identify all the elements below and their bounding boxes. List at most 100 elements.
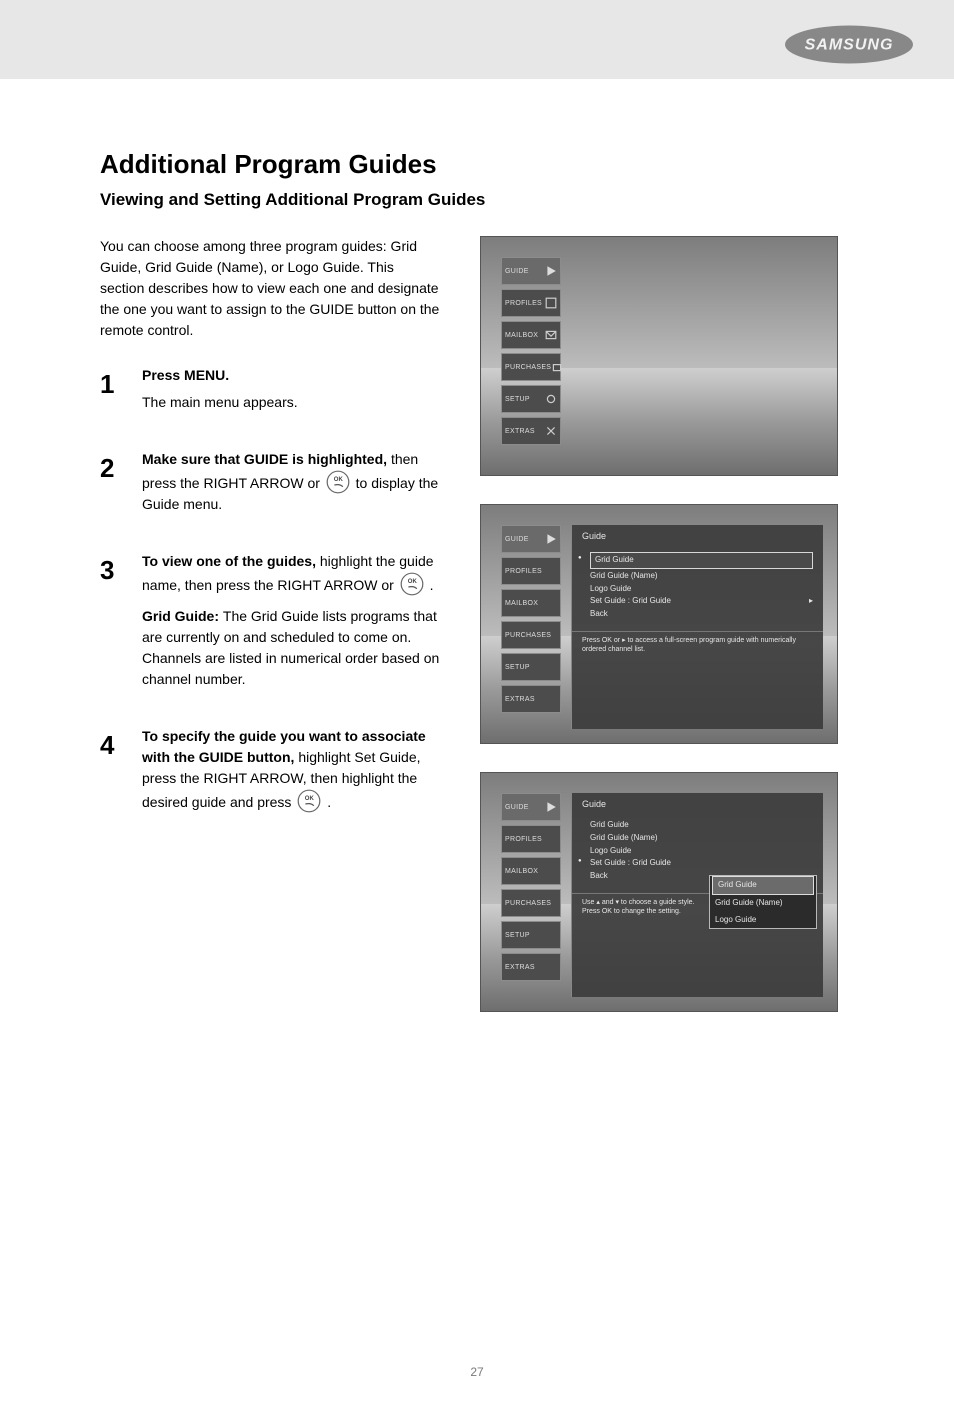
ok-button-icon: OK [400,572,424,596]
menu-item-purchases[interactable]: PURCHASES [501,353,561,381]
guide-item-label: Logo Guide [590,846,631,855]
menu-label: GUIDE [505,536,529,543]
step-3-first: To view one of the guides, [142,553,316,569]
main-menu: GUIDE PROFILES MAILBOX PURCHASES SETUP E… [501,257,561,445]
menu-item-setup[interactable]: SETUP [501,653,561,681]
guide-item-label: Set Guide : Grid Guide [590,596,671,605]
menu-label: EXTRAS [505,696,535,703]
svg-text:OK: OK [408,579,418,585]
submenu-label: Logo Guide [715,915,756,924]
menu-label: MAILBOX [505,332,538,339]
guide-item-label: Grid Guide [595,555,634,564]
menu-label: PROFILES [505,836,542,843]
submenu-grid-name[interactable]: Grid Guide (Name) [710,895,816,912]
menu-label: EXTRAS [505,964,535,971]
step-number: 4 [100,726,124,813]
menu-item-guide[interactable]: GUIDE [501,257,561,285]
submenu-grid[interactable]: Grid Guide [712,876,814,895]
step-3-option: Grid Guide: The Grid Guide lists program… [142,606,440,690]
panel-title: Guide [572,793,823,815]
ok-button-icon: OK [297,789,321,813]
step-number: 1 [100,365,124,413]
menu-item-purchases[interactable]: PURCHASES [501,889,561,917]
menu-item-extras[interactable]: EXTRAS [501,953,561,981]
set-guide-submenu: Grid Guide Grid Guide (Name) Logo Guide [709,875,817,929]
screenshot-main-menu: GUIDE PROFILES MAILBOX PURCHASES SETUP E… [480,236,838,476]
guide-item-grid[interactable]: Grid Guide [590,552,813,569]
submenu-label: Grid Guide [718,880,757,889]
samsung-logo: SAMSUNG [784,22,914,67]
chevron-right-icon: ▸ [809,595,813,608]
profiles-icon [545,833,557,845]
menu-item-guide[interactable]: GUIDE [501,793,561,821]
menu-item-extras[interactable]: EXTRAS [501,417,561,445]
gear-icon [545,393,557,405]
guide-item-grid-name[interactable]: Grid Guide (Name) [590,570,813,583]
hint-text: Press OK or ▸ to access a full-screen pr… [572,631,823,658]
menu-label: SETUP [505,396,530,403]
guide-item-set[interactable]: Set Guide : Grid Guide [590,857,813,870]
intro-text: You can choose among three program guide… [100,236,440,341]
menu-item-mailbox[interactable]: MAILBOX [501,857,561,885]
menu-label: SETUP [505,664,530,671]
menu-label: SETUP [505,932,530,939]
menu-item-guide[interactable]: GUIDE [501,525,561,553]
extras-icon [545,425,557,437]
purchases-icon [551,361,563,373]
menu-item-mailbox[interactable]: MAILBOX [501,321,561,349]
guide-panel: Guide Grid Guide Grid Guide (Name) Logo … [571,793,823,997]
guide-item-grid-name[interactable]: Grid Guide (Name) [590,832,813,845]
guide-item-label: Logo Guide [590,584,631,593]
guide-item-label: Back [590,609,608,618]
guide-item-logo[interactable]: Logo Guide [590,583,813,596]
main-menu: GUIDE PROFILES MAILBOX PURCHASES SETUP E… [501,525,561,713]
menu-item-purchases[interactable]: PURCHASES [501,621,561,649]
menu-label: PROFILES [505,568,542,575]
panel-title: Guide [572,525,823,547]
guide-item-logo[interactable]: Logo Guide [590,845,813,858]
step-3: 3 To view one of the guides, highlight t… [100,551,440,690]
play-icon [545,801,557,813]
extras-icon [545,693,557,705]
menu-item-profiles[interactable]: PROFILES [501,557,561,585]
profiles-icon [545,565,557,577]
guide-item-label: Grid Guide (Name) [590,833,658,842]
mailbox-icon [545,329,557,341]
instructions-column: You can choose among three program guide… [100,236,440,1040]
page-number: 27 [470,1365,483,1379]
svg-text:OK: OK [305,796,315,802]
menu-item-extras[interactable]: EXTRAS [501,685,561,713]
step-3-rest-b: . [430,577,434,593]
submenu-label: Grid Guide (Name) [715,898,783,907]
option-label: Grid Guide: [142,608,223,624]
menu-label: MAILBOX [505,600,538,607]
step-number: 2 [100,449,124,515]
screenshots-column: GUIDE PROFILES MAILBOX PURCHASES SETUP E… [480,236,894,1040]
guide-item-label: Grid Guide [590,820,629,829]
mailbox-icon [545,865,557,877]
step-4-rest-b: . [327,794,331,810]
profiles-icon [545,297,557,309]
menu-item-profiles[interactable]: PROFILES [501,289,561,317]
menu-item-setup[interactable]: SETUP [501,385,561,413]
submenu-logo[interactable]: Logo Guide [710,912,816,929]
menu-label: GUIDE [505,804,529,811]
step-4: 4 To specify the guide you want to assoc… [100,726,440,813]
menu-item-profiles[interactable]: PROFILES [501,825,561,853]
screenshot-guide-menu: GUIDE PROFILES MAILBOX PURCHASES SETUP E… [480,504,838,744]
guide-item-back[interactable]: Back [590,608,813,621]
ok-button-icon: OK [326,470,350,494]
menu-item-mailbox[interactable]: MAILBOX [501,589,561,617]
step-1-rest: The main menu appears. [142,392,440,413]
menu-label: MAILBOX [505,868,538,875]
screenshot-set-guide: GUIDE PROFILES MAILBOX PURCHASES SETUP E… [480,772,838,1012]
purchases-icon [551,897,557,909]
page-header: SAMSUNG [0,0,954,79]
menu-label: PURCHASES [505,632,551,639]
guide-item-label: Set Guide : Grid Guide [590,858,671,867]
guide-item-grid[interactable]: Grid Guide [590,819,813,832]
menu-item-setup[interactable]: SETUP [501,921,561,949]
gear-icon [545,929,557,941]
guide-item-set[interactable]: Set Guide : Grid Guide ▸ [590,595,813,608]
play-icon [545,533,557,545]
